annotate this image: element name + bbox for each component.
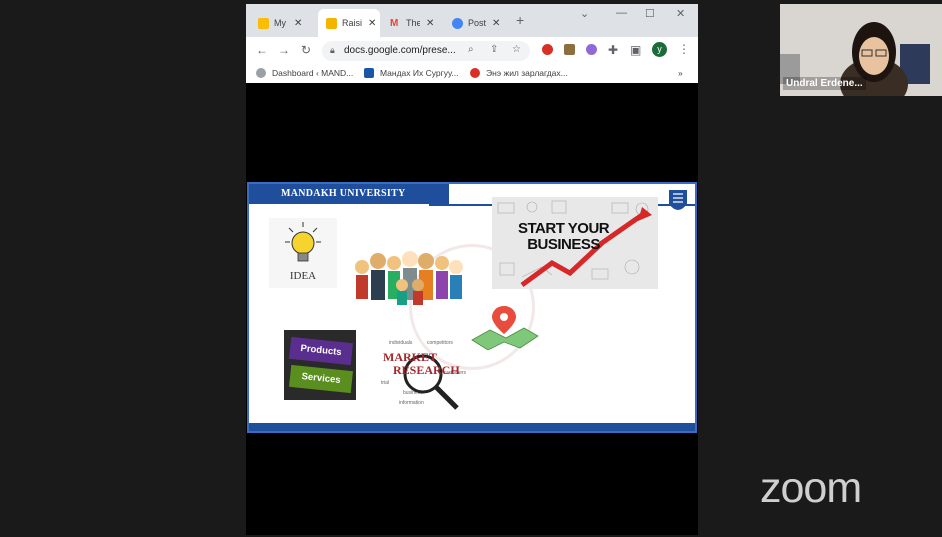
tab-zoom-post[interactable]: Post ✕ (444, 9, 506, 37)
zoom-logo: zoom (760, 464, 862, 512)
services-key: Services (289, 364, 353, 394)
gmail-icon: M (390, 17, 399, 29)
forward-icon[interactable]: → (278, 43, 290, 57)
close-tab-icon[interactable]: ✕ (294, 18, 302, 29)
research-text: RESEARCH (393, 363, 460, 377)
tab-my-drive[interactable]: My D ✕ (250, 9, 318, 37)
slide-header-title: MANDAKH UNIVERSITY (281, 188, 406, 199)
side-panel-icon[interactable]: ▣ (630, 43, 641, 57)
bookmark-announcements[interactable]: Энэ жил зарлагдах... (470, 68, 568, 78)
university-crest-icon (669, 190, 687, 210)
bookmark-label: Энэ жил зарлагдах... (486, 68, 568, 78)
products-services-image: Products Services (284, 330, 356, 400)
tab-title: My D (274, 18, 288, 28)
new-tab-button[interactable]: + (516, 12, 524, 28)
participant-name: Undral Erdene... (783, 77, 866, 90)
bookmark-dashboard[interactable]: Dashboard ‹ MAND... (256, 68, 353, 78)
share-icon[interactable]: ⇪ (490, 44, 498, 55)
profile-avatar[interactable]: y (652, 42, 667, 57)
back-icon[interactable]: ← (256, 43, 268, 57)
svg-text:trial: trial (381, 380, 389, 386)
slide-footer-band (249, 423, 695, 431)
menu-kebab-icon[interactable]: ⋮ (678, 42, 690, 56)
tab-title: Post (468, 18, 486, 28)
google-slides-icon (326, 17, 337, 29)
extensions-puzzle-icon[interactable]: ✚ (608, 43, 618, 57)
tab-slides-active[interactable]: Raisi ✕ (318, 9, 380, 37)
slide: MANDAKH UNIVERSITY IDEA START YOUR BUSIN… (247, 182, 697, 433)
idea-caption: IDEA (289, 270, 317, 282)
url-text: docs.google.com/prese... (344, 45, 456, 56)
close-window-button[interactable]: ✕ (676, 7, 685, 20)
svg-text:individuals: individuals (389, 340, 413, 346)
lock-icon: 🔒︎ (330, 45, 335, 55)
start-business-text: START YOUR BUSINESS (518, 220, 610, 253)
products-key: Products (289, 336, 353, 366)
start-your-business-image: START YOUR BUSINESS (492, 197, 658, 289)
presentation-viewport: MANDAKH UNIVERSITY IDEA START YOUR BUSIN… (246, 83, 698, 535)
svg-text:competitors: competitors (427, 340, 453, 346)
tab-search-icon[interactable]: ⌄ (580, 7, 589, 20)
start-business-line2: BUSINESS (527, 236, 600, 253)
bookmark-label: Мандах Их Сургуу... (380, 68, 459, 78)
start-business-line1: START YOUR (518, 220, 610, 237)
bookmark-label: Dashboard ‹ MAND... (272, 68, 354, 78)
tab-gmail[interactable]: M The i ✕ (382, 9, 444, 37)
lightbulb-icon (285, 222, 321, 262)
tab-bar: My D ✕ Raisi ✕ M The i ✕ Post ✕ + ⌄ — ☐ … (246, 4, 698, 37)
extension-gear-icon[interactable] (586, 44, 597, 55)
wordpress-icon (256, 68, 266, 78)
idea-image: IDEA (269, 218, 337, 288)
tab-title: The i (406, 18, 420, 28)
site-icon (364, 68, 374, 78)
tab-title: Raisi (342, 18, 362, 28)
close-tab-icon[interactable]: ✕ (368, 18, 376, 29)
zoom-icon (452, 17, 463, 29)
bookmarks-bar: Dashboard ‹ MAND... Мандах Их Сургуу... … (246, 65, 698, 84)
close-tab-icon[interactable]: ✕ (426, 18, 434, 29)
search-icon[interactable]: ⌕ (468, 44, 474, 55)
bookmark-mandakh[interactable]: Мандах Их Сургуу... (364, 68, 458, 78)
map-location-pin-icon (471, 306, 539, 350)
svg-text:information: information (399, 400, 424, 406)
close-tab-icon[interactable]: ✕ (492, 18, 500, 29)
bookmarks-more-button[interactable]: » (678, 68, 683, 78)
bookmark-star-icon[interactable]: ☆ (512, 44, 521, 55)
team-people-illustration (355, 251, 463, 305)
market-research-image: individuals competitors trial business info… (379, 334, 479, 414)
reload-icon[interactable]: ↻ (301, 43, 311, 57)
site-icon (470, 68, 480, 78)
address-bar-row: ← → ↻ 🔒︎ docs.google.com/prese... ⌕ ⇪ ☆ … (246, 37, 698, 65)
minimize-button[interactable]: — (616, 7, 627, 19)
omnibox[interactable]: 🔒︎ docs.google.com/prese... ⌕ ⇪ ☆ (322, 41, 530, 61)
browser-window: My D ✕ Raisi ✕ M The i ✕ Post ✕ + ⌄ — ☐ … (246, 4, 698, 535)
extension-shield-icon[interactable] (542, 44, 553, 55)
maximize-button[interactable]: ☐ (645, 7, 655, 20)
extension-icon[interactable] (564, 44, 575, 55)
participant-video[interactable]: Undral Erdene... (780, 4, 942, 96)
google-drive-icon (258, 17, 269, 29)
